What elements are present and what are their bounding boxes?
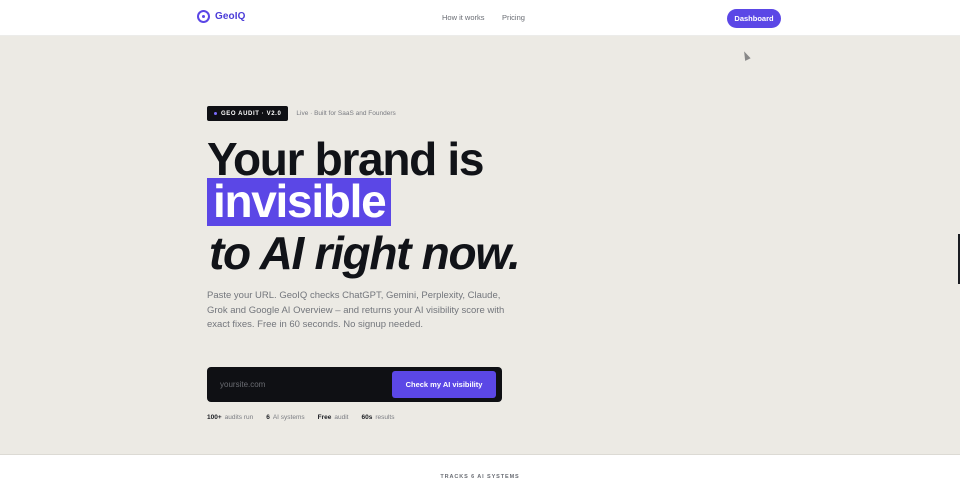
stat-label: audits run xyxy=(224,414,254,421)
nav-link-pricing[interactable]: Pricing xyxy=(502,13,525,22)
stat-label: results xyxy=(375,414,395,421)
hero-subtext: Paste your URL. GeoIQ checks ChatGPT, Ge… xyxy=(207,290,505,330)
section-label: TRACKS 6 AI SYSTEMS xyxy=(440,474,520,480)
brand-logo[interactable]: GeoIQ xyxy=(197,10,246,23)
geoiq-logo-icon xyxy=(197,10,210,23)
headline-highlight: invisible xyxy=(207,178,392,226)
hero-badge-row: GEO AUDIT · V2.0 Live · Built for SaaS a… xyxy=(207,106,396,121)
stat-ai-systems: 6 AI systems xyxy=(266,414,304,421)
stat-value: 60s xyxy=(361,414,373,421)
badge-note: Live · Built for SaaS and Founders xyxy=(296,110,396,117)
nav-link-how-it-works[interactable]: How it works xyxy=(442,13,485,22)
headline-line-2: invisible xyxy=(207,178,392,226)
check-visibility-button[interactable]: Check my AI visibility xyxy=(392,371,496,398)
audit-form: Check my AI visibility xyxy=(207,367,502,402)
hero-stats: 100+ audits run 6 AI systems Free audit 60s… xyxy=(207,414,394,421)
stat-value: 100+ xyxy=(207,414,222,421)
stat-value: Free xyxy=(317,414,332,421)
top-nav: GeoIQ How it works Pricing Dashboard xyxy=(0,0,960,36)
stat-audits: 100+ audits run xyxy=(207,414,253,421)
headline-line-3: to AI right now. xyxy=(209,227,521,279)
version-badge-label: GEO AUDIT · V2.0 xyxy=(221,110,282,117)
stat-label: AI systems xyxy=(272,414,305,421)
stat-speed: 60s results xyxy=(361,414,394,421)
brand-name: GeoIQ xyxy=(215,11,246,22)
stat-value: 6 xyxy=(266,414,270,421)
live-dot-icon xyxy=(214,112,217,115)
stat-free: Free audit xyxy=(318,414,349,421)
dashboard-button[interactable]: Dashboard xyxy=(727,9,781,28)
url-input[interactable] xyxy=(213,372,389,397)
version-badge: GEO AUDIT · V2.0 xyxy=(207,106,289,121)
stat-label: audit xyxy=(334,414,349,421)
